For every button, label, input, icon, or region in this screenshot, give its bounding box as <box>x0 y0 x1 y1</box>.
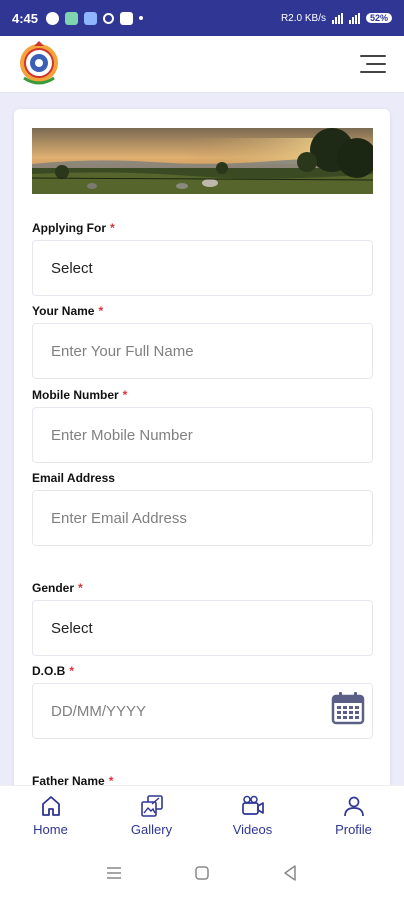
chat-icon <box>46 11 60 25</box>
gender-select[interactable]: Select <box>32 600 373 656</box>
email-address-input[interactable] <box>51 509 354 527</box>
status-right: R2.0 KB/s 52% <box>280 12 392 24</box>
nav-item-gallery[interactable]: Gallery <box>101 786 202 845</box>
nav-label-videos: Videos <box>232 822 273 837</box>
nav-label-home: Home <box>33 822 68 837</box>
dob-label: D.O.B * <box>32 664 75 678</box>
nav-label-gallery: Gallery <box>130 822 173 837</box>
bell-icon <box>103 12 115 24</box>
application-form-card: Applying For* Select Your Name* Mobile N… <box>14 109 390 809</box>
videos-icon <box>241 795 264 815</box>
applying-for-label: Applying For * <box>32 221 115 235</box>
email-address-field <box>32 490 373 546</box>
recent-apps-icon[interactable] <box>104 863 124 883</box>
dob-input[interactable] <box>51 702 354 720</box>
nav-item-videos[interactable]: Videos <box>202 786 303 845</box>
hamburger-menu-icon[interactable] <box>360 54 388 74</box>
network-speed: R2.0 KB/s <box>280 12 326 24</box>
emblem-logo-icon[interactable] <box>16 40 62 88</box>
applying-for-select[interactable]: Select <box>32 240 373 296</box>
status-time: 4:45 <box>12 10 39 26</box>
your-name-label: Your Name * <box>32 304 104 318</box>
mobile-number-label: Mobile Number * <box>32 388 128 402</box>
profile-icon <box>343 796 364 817</box>
signal-icon <box>331 12 343 24</box>
app-header <box>0 36 404 93</box>
home-icon <box>41 796 60 816</box>
calendar-icon[interactable] <box>330 690 366 726</box>
photo-icon <box>120 11 134 25</box>
mobile-number-field <box>32 407 373 463</box>
home-square-icon[interactable] <box>192 863 212 883</box>
email-address-label: Email Address <box>32 471 115 485</box>
back-triangle-icon[interactable] <box>280 863 300 883</box>
gallery-icon <box>140 795 163 817</box>
nav-item-home[interactable]: Home <box>0 786 101 845</box>
applying-for-value: Select <box>51 259 93 277</box>
app-icon <box>65 11 79 25</box>
signal-icon-2 <box>348 12 360 24</box>
nav-item-profile[interactable]: Profile <box>303 786 404 845</box>
system-nav-bar <box>0 845 404 900</box>
bottom-nav: Home Gallery Videos Profile <box>0 785 404 845</box>
your-name-field <box>32 323 373 379</box>
your-name-input[interactable] <box>51 342 354 360</box>
mobile-number-input[interactable] <box>51 426 354 444</box>
dob-field <box>32 683 373 739</box>
gender-value: Select <box>51 619 93 637</box>
status-bar: 4:45 R2.0 KB/s 52% <box>0 0 404 36</box>
battery-indicator: 52% <box>365 13 392 23</box>
gender-label: Gender * <box>32 581 83 595</box>
more-dot-icon <box>139 16 144 20</box>
message-icon <box>84 11 98 25</box>
notification-icons <box>46 11 144 25</box>
banner-image <box>32 128 373 194</box>
nav-label-profile: Profile <box>335 822 372 837</box>
